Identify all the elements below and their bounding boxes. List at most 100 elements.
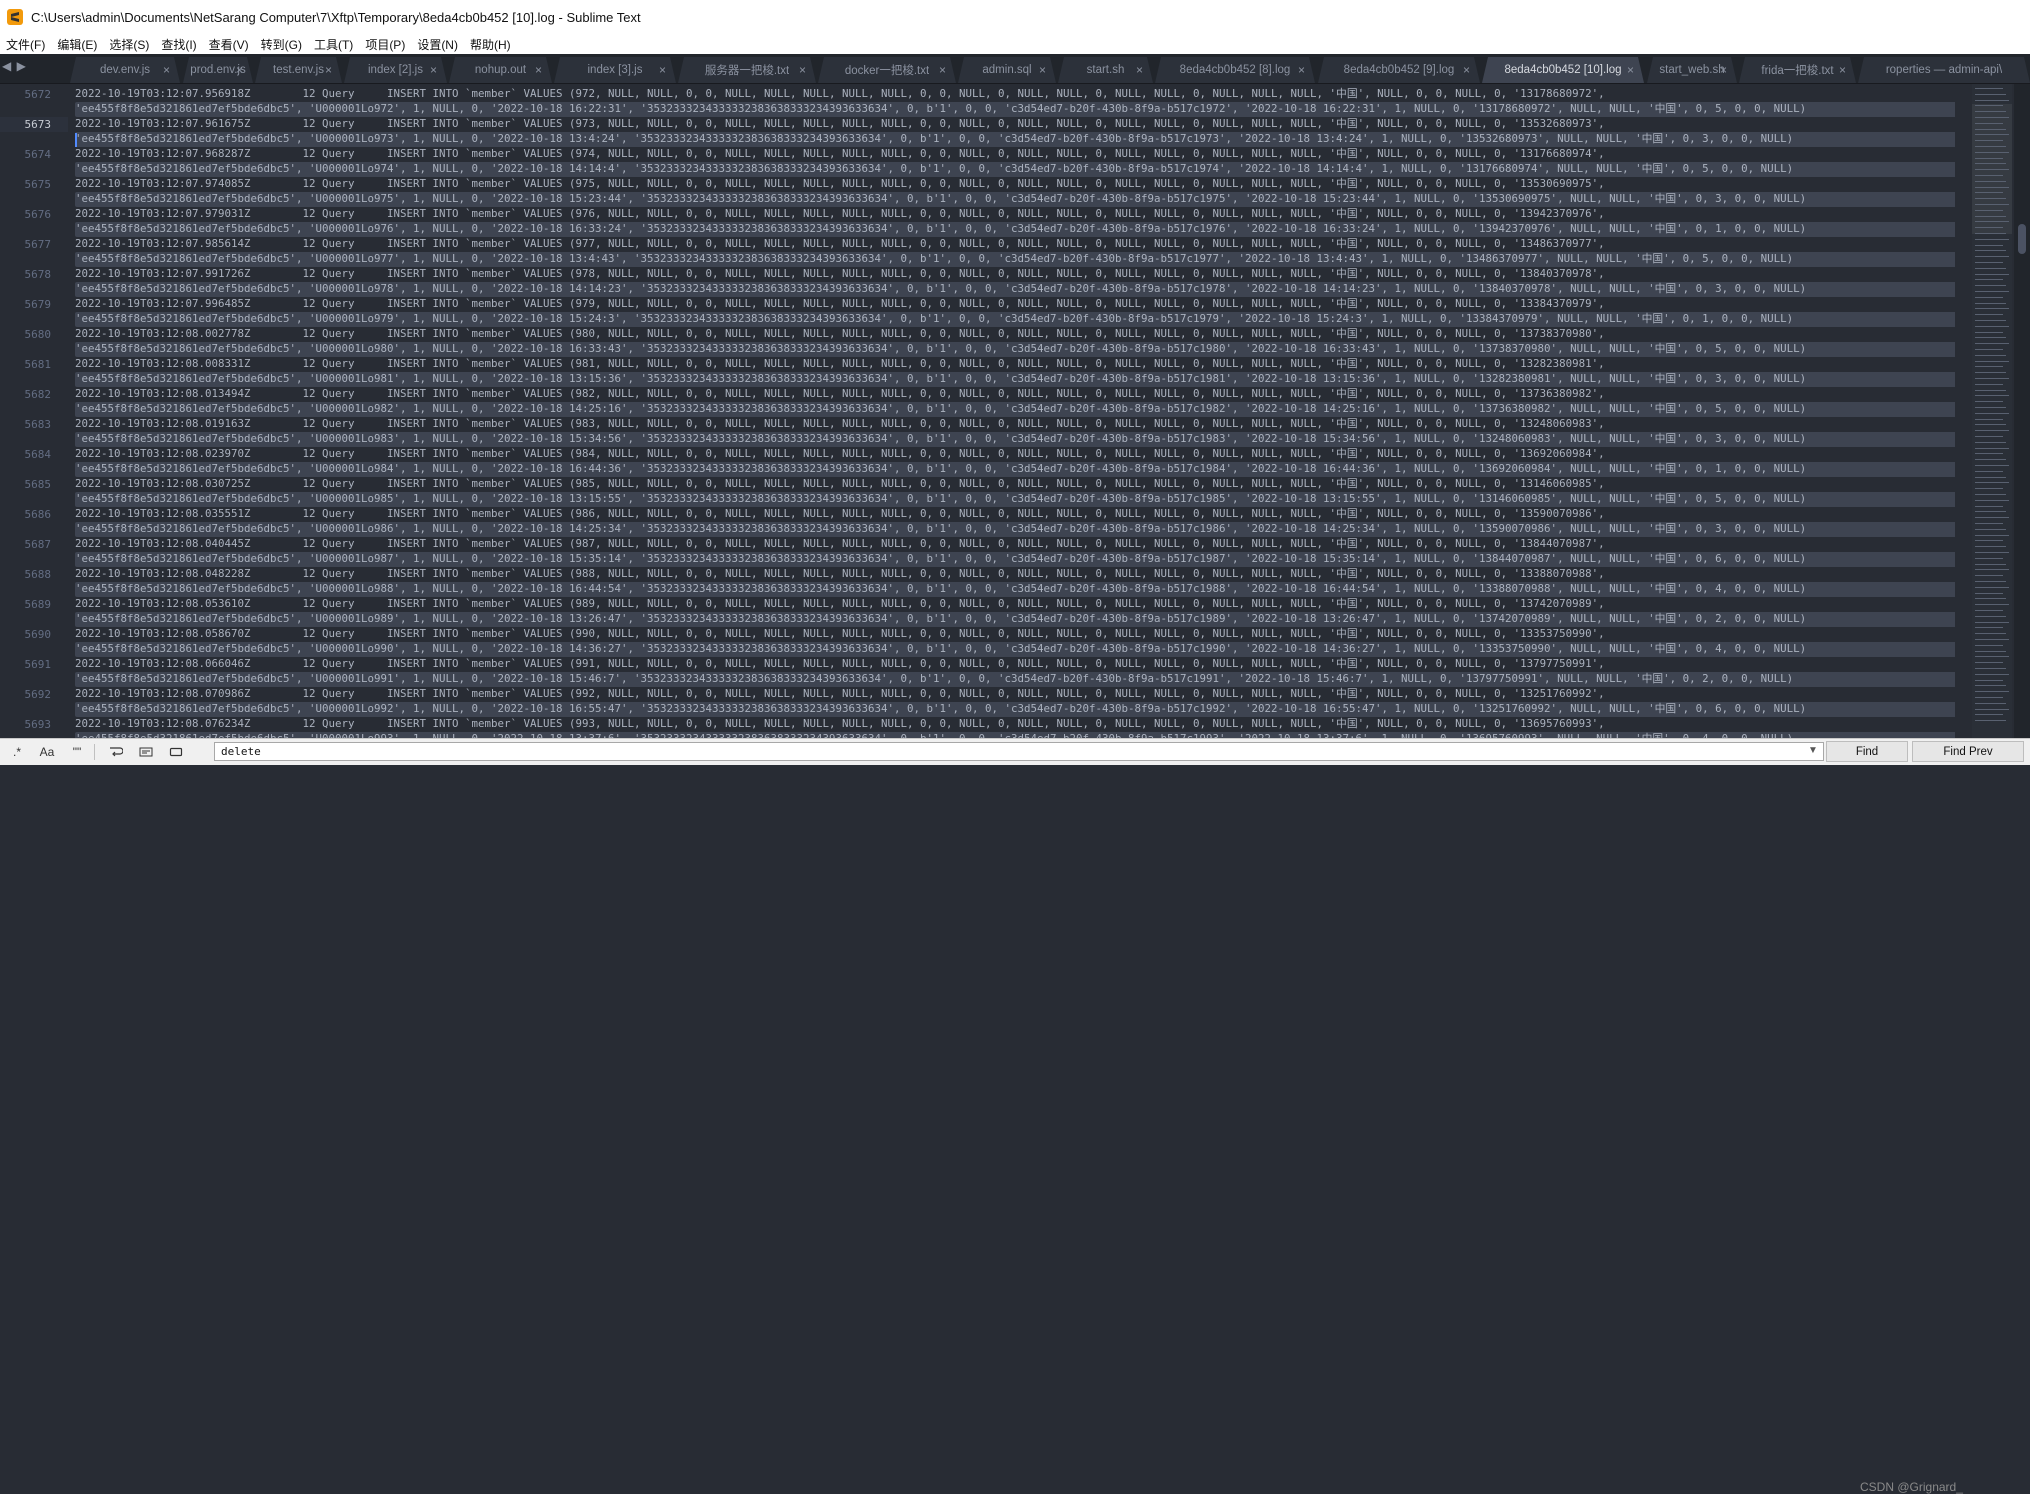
watermark: CSDN @Grignard_	[1860, 1480, 1963, 1494]
tab-close-icon[interactable]: ×	[1720, 63, 1727, 77]
log-line-wrapped: 'ee455f8f8e5d321861ed7ef5bde6dbc5', 'U00…	[75, 672, 1794, 685]
tab-close-icon[interactable]: ×	[1839, 63, 1846, 77]
scrollbar-thumb[interactable]	[2018, 224, 2026, 254]
menu-goto[interactable]: 转到(G)	[255, 36, 308, 53]
minimap-line	[1975, 430, 2009, 432]
line-number-gutter: 5672 5673 5674 5675 5676 5677 5678 5679 5680 5681…	[0, 84, 68, 738]
minimap-line	[1975, 349, 2003, 350]
menu-preferences[interactable]: 设置(N)	[411, 36, 464, 53]
minimap-line	[1975, 227, 2003, 229]
highlight-matches-icon[interactable]	[163, 742, 189, 762]
tab-close-icon[interactable]: ×	[799, 63, 806, 77]
tab-close-icon[interactable]: ×	[939, 63, 946, 77]
tab-13[interactable]: 8eda4cb0b452 [10].log ×	[1482, 57, 1644, 83]
window-titlebar: C:\Users\admin\Documents\NetSarang Compu…	[0, 0, 2030, 34]
tab-close-icon[interactable]: ×	[535, 63, 542, 77]
editor-area[interactable]: 5672 5673 5674 5675 5676 5677 5678 5679 5680 5681…	[0, 84, 2030, 738]
minimap-line	[1975, 441, 2006, 443]
vertical-scrollbar[interactable]	[2014, 84, 2030, 738]
tab-1[interactable]: dev.env.js ×	[70, 57, 180, 83]
tab-scroll-arrows-icon[interactable]: ◀ ▶	[2, 59, 27, 73]
minimap-line	[1975, 122, 2003, 124]
minimap-line	[1975, 662, 2003, 664]
code-view[interactable]: 2022-10-19T03:12:07.956918Z 12 Query INS…	[75, 84, 1955, 738]
tab-close-icon[interactable]: ×	[1298, 63, 1305, 77]
case-sensitive-toggle-button[interactable]: Aa	[34, 742, 60, 762]
tab-close-icon[interactable]: ×	[1136, 63, 1143, 77]
log-line: 2022-10-19T03:12:08.008331Z 12 Query INS…	[75, 357, 1605, 370]
tab-close-icon[interactable]: ×	[163, 63, 170, 77]
minimap-line	[1975, 378, 2009, 379]
log-line-wrapped: 'ee455f8f8e5d321861ed7ef5bde6dbc5', 'U00…	[75, 432, 1807, 445]
in-selection-icon[interactable]	[133, 742, 159, 762]
minimap-line	[1975, 267, 2006, 269]
whole-word-toggle-button[interactable]: ""	[64, 742, 90, 762]
minimap-line	[1975, 273, 2009, 275]
tab-6[interactable]: index [3].js ×	[554, 57, 676, 83]
tab-16[interactable]: roperties — admin-api\	[1858, 57, 2030, 83]
minimap-line	[1975, 331, 2003, 333]
menu-tools[interactable]: 工具(T)	[308, 36, 359, 53]
menu-find[interactable]: 查找(I)	[155, 36, 202, 53]
minimap-line	[1975, 198, 2006, 200]
tab-close-icon[interactable]: ×	[325, 63, 332, 77]
minimap-line	[1975, 720, 2006, 722]
tab-7[interactable]: 服务器一把梭.txt ×	[678, 57, 816, 83]
find-prev-button[interactable]: Find Prev	[1912, 741, 2024, 762]
minimap-line	[1975, 412, 2009, 414]
minimap-line	[1975, 186, 2009, 188]
menu-bar: 文件(F) 编辑(E) 选择(S) 查找(I) 查看(V) 转到(G) 工具(T…	[0, 34, 2030, 54]
log-line-wrapped: 'ee455f8f8e5d321861ed7ef5bde6dbc5', 'U00…	[75, 282, 1807, 295]
log-line: 2022-10-19T03:12:08.013494Z 12 Query INS…	[75, 387, 1605, 400]
minimap-line	[1975, 679, 2003, 681]
tab-15[interactable]: frida一把梭.txt ×	[1739, 57, 1856, 83]
tab-5[interactable]: nohup.out ×	[449, 57, 552, 83]
minimap-line	[1975, 134, 2009, 136]
tab-14[interactable]: start_web.sh ×	[1647, 57, 1737, 83]
menu-view[interactable]: 查看(V)	[203, 36, 255, 53]
log-line: 2022-10-19T03:12:08.040445Z 12 Query INS…	[75, 537, 1605, 550]
wrap-icon[interactable]	[103, 742, 129, 762]
regex-toggle-button[interactable]: .*	[4, 742, 30, 762]
find-button[interactable]: Find	[1826, 741, 1908, 762]
find-history-dropdown-icon[interactable]: ▼	[1808, 745, 1818, 756]
menu-help[interactable]: 帮助(H)	[464, 36, 517, 53]
tab-11[interactable]: 8eda4cb0b452 [8].log ×	[1155, 57, 1315, 83]
tab-close-icon[interactable]: ×	[430, 63, 437, 77]
minimap-line	[1975, 163, 2006, 165]
tab-close-icon[interactable]: ×	[1039, 63, 1046, 77]
line-number: 5682	[24, 388, 52, 401]
minimap[interactable]	[1972, 84, 2012, 738]
minimap-line	[1975, 598, 2006, 600]
menu-edit[interactable]: 编辑(E)	[51, 36, 103, 53]
tab-2[interactable]: prod.env.js ×	[183, 57, 253, 83]
minimap-line	[1975, 244, 2003, 246]
minimap-line	[1975, 540, 2003, 542]
tab-4[interactable]: index [2].js ×	[344, 57, 447, 83]
tab-12[interactable]: 8eda4cb0b452 [9].log ×	[1318, 57, 1480, 83]
log-line-wrapped: 'ee455f8f8e5d321861ed7ef5bde6dbc5', 'U00…	[75, 222, 1807, 235]
menu-project[interactable]: 项目(P)	[359, 36, 411, 53]
menu-file[interactable]: 文件(F)	[0, 36, 51, 53]
tab-8[interactable]: docker一把梭.txt ×	[818, 57, 956, 83]
minimap-line	[1975, 610, 2003, 611]
find-input[interactable]: delete	[214, 742, 1824, 761]
minimap-line	[1975, 668, 2006, 669]
minimap-line	[1975, 279, 2003, 281]
tab-3[interactable]: test.env.js ×	[255, 57, 342, 83]
tab-10[interactable]: start.sh ×	[1058, 57, 1153, 83]
tab-close-icon[interactable]: ×	[1627, 63, 1634, 77]
minimap-line	[1975, 714, 2003, 716]
line-number: 5680	[24, 328, 52, 341]
minimap-line	[1975, 436, 2003, 437]
tab-close-icon[interactable]: ×	[236, 63, 243, 77]
menu-selection[interactable]: 选择(S)	[103, 36, 155, 53]
minimap-line	[1975, 615, 2006, 617]
tab-close-icon[interactable]: ×	[659, 63, 666, 77]
tab-9[interactable]: admin.sql ×	[958, 57, 1056, 83]
minimap-line	[1975, 360, 2009, 362]
minimap-line	[1975, 204, 2009, 205]
minimap-line	[1975, 633, 2006, 635]
log-line-wrapped: 'ee455f8f8e5d321861ed7ef5bde6dbc5', 'U00…	[75, 462, 1807, 475]
tab-close-icon[interactable]: ×	[1463, 63, 1470, 77]
